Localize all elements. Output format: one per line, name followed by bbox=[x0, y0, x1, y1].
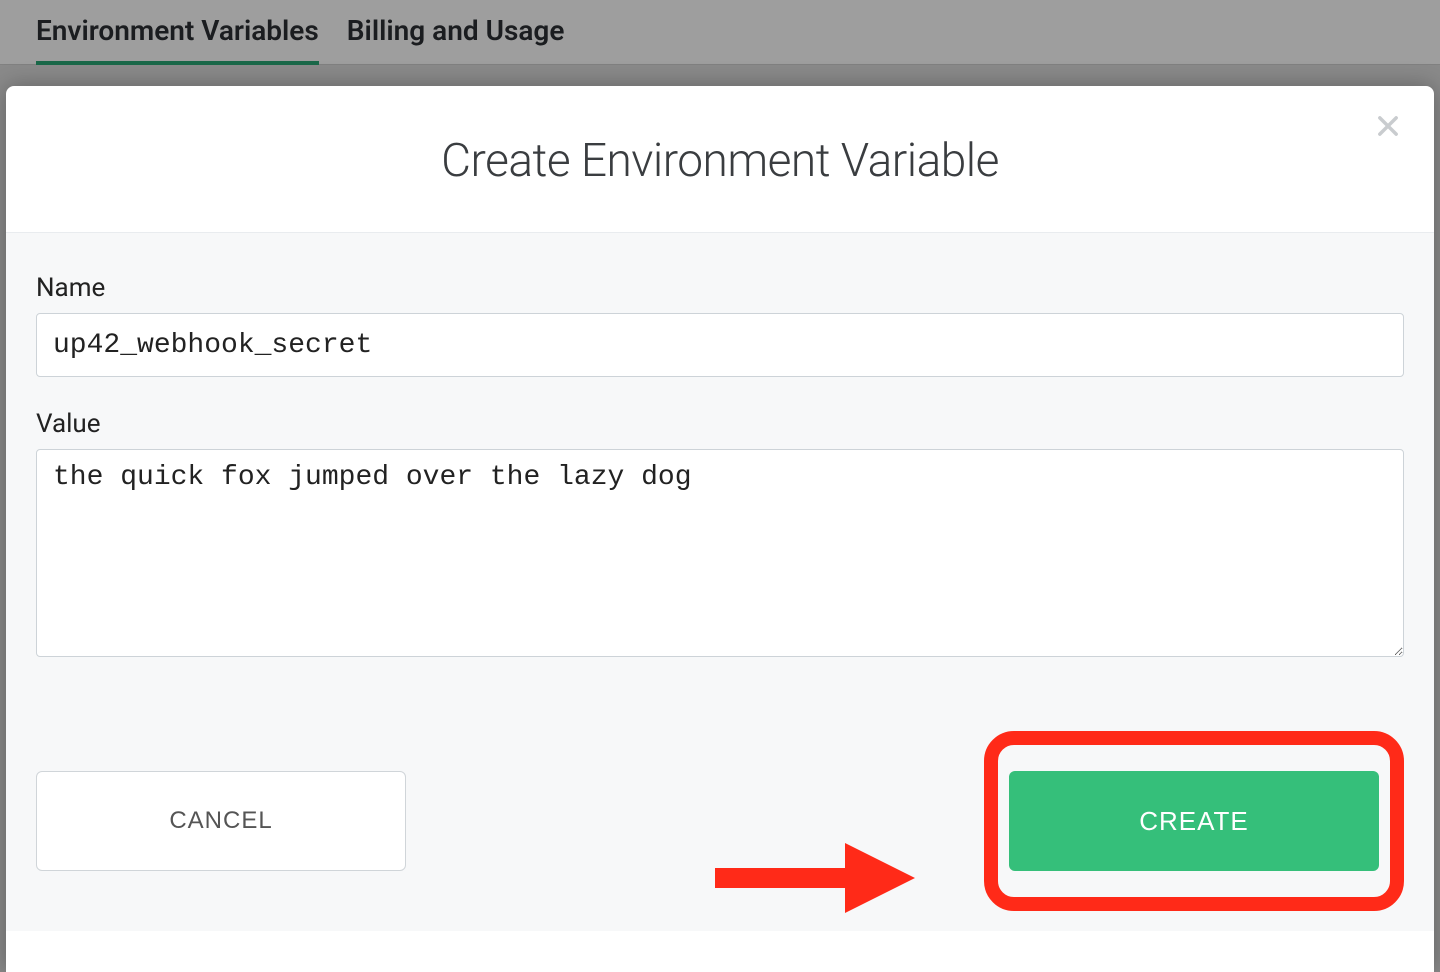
modal-header: Create Environment Variable bbox=[6, 86, 1434, 233]
tab-environment-variables[interactable]: Environment Variables bbox=[36, 0, 319, 65]
annotation-highlight-box: CREATE bbox=[984, 731, 1404, 911]
value-textarea[interactable] bbox=[36, 449, 1404, 657]
modal-footer: CANCEL CREATE bbox=[6, 691, 1434, 931]
modal-title: Create Environment Variable bbox=[36, 134, 1404, 188]
create-button[interactable]: CREATE bbox=[1009, 771, 1379, 871]
close-icon[interactable] bbox=[1368, 106, 1408, 146]
modal-body: Name Value bbox=[6, 233, 1434, 691]
value-label: Value bbox=[36, 409, 1404, 439]
tabs-bar: Environment Variables Billing and Usage bbox=[0, 0, 1440, 65]
name-label: Name bbox=[36, 273, 1404, 303]
create-env-var-modal: Create Environment Variable Name Value C… bbox=[6, 86, 1434, 972]
name-input[interactable] bbox=[36, 313, 1404, 377]
tab-billing-and-usage[interactable]: Billing and Usage bbox=[347, 0, 565, 65]
cancel-button[interactable]: CANCEL bbox=[36, 771, 406, 871]
